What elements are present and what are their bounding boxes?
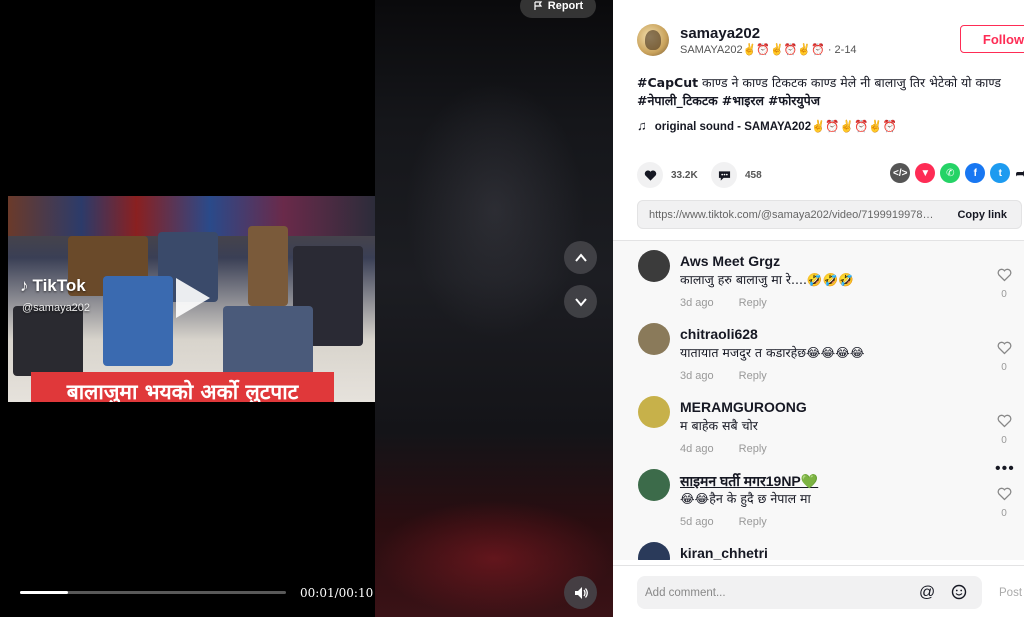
like-action[interactable]: 33.2K — [637, 162, 698, 188]
music-link[interactable]: ♫ original sound - SAMAYA202✌️⏰✌️⏰✌️⏰ — [637, 118, 897, 133]
comment-like-count: 0 — [1001, 289, 1007, 300]
embed-icon[interactable]: </> — [890, 163, 911, 183]
comment-count: 458 — [745, 169, 762, 181]
flag-icon — [534, 1, 542, 10]
comment-composer: Add comment... @ Post — [613, 565, 1024, 617]
volume-button[interactable] — [564, 576, 597, 609]
previous-video-button[interactable] — [564, 241, 597, 274]
comment-like-count: 0 — [1001, 362, 1007, 373]
comment-age: 5d ago — [680, 516, 714, 528]
follow-button[interactable]: Follow — [960, 25, 1024, 53]
details-panel: samaya202 SAMAYA202✌️⏰✌️⏰✌️⏰ · 2-14 Foll… — [613, 0, 1024, 617]
reply-button[interactable]: Reply — [739, 443, 767, 455]
video-caption: बालाजुमा भयको अर्को लुटपाट — [31, 372, 334, 402]
description-text: काण्ड ने काण्ड टिकटक काण्ड मेले नी बालाज… — [698, 75, 1001, 90]
commenter-avatar[interactable] — [638, 250, 670, 282]
comment-age: 3d ago — [680, 370, 714, 382]
commenter-name[interactable]: Aws Meet Grgz — [680, 253, 780, 269]
heart-outline-icon — [997, 487, 1011, 501]
chevron-down-icon — [574, 297, 587, 307]
music-label: original sound - SAMAYA202✌️⏰✌️⏰✌️⏰ — [654, 120, 898, 133]
like-count: 33.2K — [671, 169, 698, 181]
report-button[interactable]: Report — [520, 0, 596, 18]
comment-like-button[interactable]: 0 — [994, 268, 1014, 300]
tiktok-video-page: Report ♪ TikTok @samaya202 बालाजुमा भयको… — [0, 0, 1024, 617]
mention-icon[interactable]: @ — [919, 584, 935, 602]
video-progress-fill — [20, 591, 68, 594]
speaker-icon — [574, 586, 588, 599]
commenter-avatar[interactable] — [638, 469, 670, 501]
comment-placeholder: Add comment... — [645, 586, 726, 599]
post-date: · 2-14 — [827, 44, 857, 56]
commenter-avatar[interactable] — [638, 542, 670, 560]
comment-age: 3d ago — [680, 297, 714, 309]
comment-like-button[interactable]: 0 — [994, 414, 1014, 446]
video-frame[interactable]: ♪ TikTok @samaya202 बालाजुमा भयको अर्को … — [8, 196, 375, 402]
comment-input[interactable]: Add comment... @ — [637, 576, 982, 609]
hashtag-link[interactable]: #CapCut — [637, 75, 698, 90]
report-label: Report — [547, 0, 584, 12]
tiktok-watermark-text: TikTok — [32, 276, 86, 295]
commenter-name[interactable]: साइमन घर्ती मगर19NP💚 — [680, 472, 818, 491]
post-button[interactable]: Post — [999, 587, 1022, 599]
next-video-button[interactable] — [564, 285, 597, 318]
video-progress-bar[interactable] — [20, 591, 286, 594]
author-display-name: SAMAYA202✌️⏰✌️⏰✌️⏰ — [680, 44, 825, 56]
author-info: samaya202 SAMAYA202✌️⏰✌️⏰✌️⏰ · 2-14 Foll… — [637, 20, 1024, 60]
comment-like-button[interactable]: 0 — [994, 487, 1014, 519]
comment-age: 4d ago — [680, 443, 714, 455]
commenter-name[interactable]: kiran_chhetri — [680, 545, 768, 560]
video-content-shelves — [8, 196, 375, 236]
commenter-name[interactable]: MERAMGUROONG — [680, 399, 807, 415]
comment-action[interactable]: 458 — [711, 162, 762, 188]
share-arrow-icon[interactable]: ➦ — [1015, 165, 1024, 182]
video-link[interactable]: https://www.tiktok.com/@samaya202/video/… — [638, 209, 938, 221]
video-player[interactable]: Report ♪ TikTok @samaya202 बालाजुमा भयको… — [0, 0, 613, 617]
video-description: #CapCut काण्ड ने काण्ड टिकटक काण्ड मेले … — [637, 74, 1024, 110]
hashtag-link[interactable]: #नेपाली_टिकटक — [637, 93, 718, 108]
reply-button[interactable]: Reply — [739, 370, 767, 382]
author-avatar[interactable] — [637, 24, 669, 56]
reply-button[interactable]: Reply — [739, 297, 767, 309]
send-to-friends-icon[interactable]: ▼ — [915, 163, 936, 183]
comment-text: म बाहेक सबै चोर — [680, 418, 758, 433]
tiktok-watermark-handle: @samaya202 — [22, 302, 91, 314]
play-icon[interactable] — [176, 278, 210, 318]
comment-like-count: 0 — [1001, 435, 1007, 446]
commenter-avatar[interactable] — [638, 323, 670, 355]
chevron-up-icon — [574, 252, 587, 262]
engagement-bar: 33.2K 458 </> ▼ ✆ f t ➦ — [637, 162, 1024, 188]
commenter-avatar[interactable] — [638, 396, 670, 428]
author-subtitle: SAMAYA202✌️⏰✌️⏰✌️⏰ · 2-14 — [680, 43, 857, 56]
tiktok-watermark: ♪ TikTok — [20, 276, 86, 296]
commenter-name[interactable]: chitraoli628 — [680, 326, 758, 342]
comment-text: कालाजु हरु बालाजु मा रे....🤣🤣🤣 — [680, 272, 854, 287]
copy-link-button[interactable]: Copy link — [957, 209, 1007, 221]
hashtag-link[interactable]: #भाइरल — [722, 93, 764, 108]
share-options: </> ▼ ✆ f t ➦ — [890, 163, 1024, 183]
comment-text: 😂😂हैन के हुदै छ नेपाल मा — [680, 491, 811, 506]
video-time: 00:01/00:10 — [300, 586, 374, 600]
heart-outline-icon — [997, 414, 1011, 428]
music-note-icon: ♫ — [637, 118, 647, 133]
heart-outline-icon — [997, 268, 1011, 282]
twitter-icon[interactable]: t — [990, 163, 1011, 183]
tiktok-note-icon: ♪ — [20, 276, 29, 295]
share-link-box: https://www.tiktok.com/@samaya202/video/… — [637, 200, 1022, 229]
heart-icon — [644, 169, 656, 181]
comment-list[interactable]: Aws Meet Grgz कालाजु हरु बालाजु मा रे...… — [613, 240, 1024, 560]
whatsapp-icon[interactable]: ✆ — [940, 163, 961, 183]
reply-button[interactable]: Reply — [739, 516, 767, 528]
comment-like-button[interactable]: 0 — [994, 341, 1014, 373]
heart-outline-icon — [997, 341, 1011, 355]
comment-icon — [718, 170, 730, 181]
comment-like-count: 0 — [1001, 508, 1007, 519]
author-username[interactable]: samaya202 — [680, 25, 760, 42]
hashtag-link[interactable]: #फोरयुपेज — [768, 93, 820, 108]
comment-text: यातायात मजदुर त कडारहेछ😂😂😂😂 — [680, 345, 865, 360]
emoji-icon[interactable] — [951, 584, 967, 600]
facebook-icon[interactable]: f — [965, 163, 986, 183]
more-options-icon[interactable]: ••• — [995, 460, 1015, 478]
